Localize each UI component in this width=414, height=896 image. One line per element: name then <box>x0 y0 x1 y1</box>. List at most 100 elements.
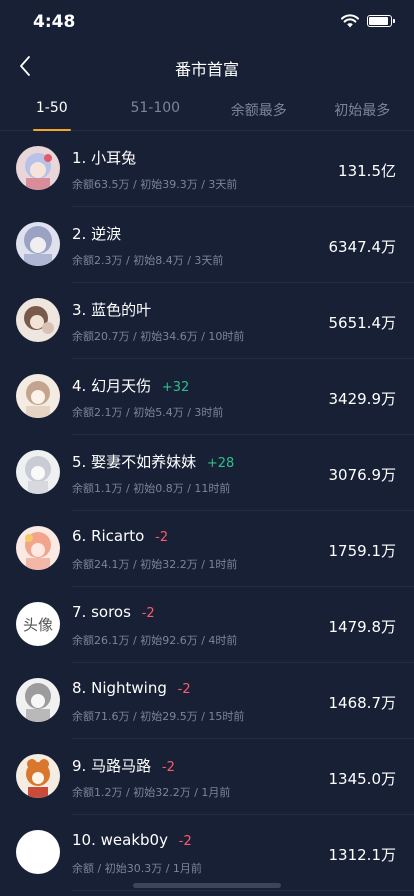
tab-1-50[interactable]: 1-50 <box>0 92 104 131</box>
balance: 余额 <box>72 862 94 875</box>
avatar[interactable] <box>16 146 60 190</box>
avatar[interactable] <box>16 678 60 722</box>
avatar[interactable]: 头像 <box>16 602 60 646</box>
list-item[interactable]: 8. Nightwing -2 余额71.6万 / 初始29.5万 / 15时前… <box>0 663 414 739</box>
list-item[interactable]: 4. 幻月天伤 +32 余额2.1万 / 初始5.4万 / 3时前 3429.9… <box>0 359 414 435</box>
rank-change: -2 <box>178 834 192 849</box>
status-icons <box>341 14 395 28</box>
tab-51-100[interactable]: 51-100 <box>104 92 208 130</box>
battery-icon <box>367 15 395 27</box>
user-stats: 余额1.1万 / 初始0.8万 / 11时前 <box>72 482 231 495</box>
rank: 3. <box>72 301 87 319</box>
balance: 余额20.7万 <box>72 330 130 343</box>
time-ago: 1时前 <box>208 558 238 571</box>
total-amount: 6347.4万 <box>328 238 397 256</box>
user-stats: 余额71.6万 / 初始29.5万 / 15时前 <box>72 710 245 723</box>
user-name-line: 5. 娶妻不如养妹妹 +28 <box>72 451 234 472</box>
tab-most-balance[interactable]: 余额最多 <box>207 92 311 130</box>
avatar[interactable] <box>16 526 60 570</box>
rank: 10. <box>72 831 96 849</box>
user-stats: 余额26.1万 / 初始92.6万 / 4时前 <box>72 634 238 647</box>
rank-change: +28 <box>206 456 235 471</box>
initial: 初始92.6万 <box>140 634 198 647</box>
balance: 余额2.3万 <box>72 254 123 267</box>
initial: 初始32.2万 <box>140 558 198 571</box>
rank: 9. <box>72 757 87 775</box>
user-stats: 余额24.1万 / 初始32.2万 / 1时前 <box>72 558 238 571</box>
status-time: 4:48 <box>33 12 76 32</box>
page-title: 番市首富 <box>174 60 239 79</box>
total-amount: 1468.7万 <box>328 694 397 712</box>
balance: 余额2.1万 <box>72 406 123 419</box>
tab-label: 余额最多 <box>230 103 287 119</box>
total-amount: 131.5亿 <box>338 162 396 180</box>
user-name: weakb0y <box>100 831 168 849</box>
initial: 初始39.3万 <box>140 178 198 191</box>
time-ago: 4时前 <box>208 634 238 647</box>
time-ago: 1月前 <box>172 862 202 875</box>
status-bar: 4:48 <box>0 0 414 48</box>
user-name-line: 2. 逆淚 <box>72 223 121 244</box>
total-amount: 1759.1万 <box>328 542 397 560</box>
balance: 余额24.1万 <box>72 558 130 571</box>
rank: 2. <box>72 225 87 243</box>
user-name: 娶妻不如养妹妹 <box>91 453 197 471</box>
time-ago: 3时前 <box>194 406 224 419</box>
list-item[interactable]: 头像 7. soros -2 余额26.1万 / 初始92.6万 / 4时前 1… <box>0 587 414 663</box>
total-amount: 3429.9万 <box>328 390 397 408</box>
time-ago: 10时前 <box>208 330 245 343</box>
balance: 余额1.1万 <box>72 482 123 495</box>
initial: 初始30.3万 <box>104 862 163 875</box>
user-name: 逆淚 <box>91 225 122 243</box>
rank-change: -2 <box>177 682 191 697</box>
user-stats: 余额20.7万 / 初始34.6万 / 10时前 <box>72 330 245 343</box>
initial: 初始29.5万 <box>140 710 198 723</box>
nav-bar: 番市首富 <box>0 48 414 86</box>
list-item[interactable]: 5. 娶妻不如养妹妹 +28 余额1.1万 / 初始0.8万 / 11时前 30… <box>0 435 414 511</box>
time-ago: 3天前 <box>194 254 224 267</box>
avatar[interactable] <box>16 754 60 798</box>
rank: 6. <box>72 527 87 545</box>
user-stats: 余额2.3万 / 初始8.4万 / 3天前 <box>72 254 224 267</box>
tab-label: 初始最多 <box>334 103 391 119</box>
avatar-handwriting: 头像 <box>23 616 53 634</box>
list-item[interactable]: 3. 蓝色的叶 余额20.7万 / 初始34.6万 / 10时前 5651.4万 <box>0 283 414 359</box>
user-name: 马路马路 <box>91 757 152 775</box>
initial: 初始32.2万 <box>133 786 191 799</box>
user-name-line: 4. 幻月天伤 +32 <box>72 375 189 396</box>
list-item[interactable]: 1. 小耳兔 余额63.5万 / 初始39.3万 / 3天前 131.5亿 <box>0 131 414 207</box>
time-ago: 3天前 <box>208 178 238 191</box>
balance: 余额1.2万 <box>72 786 123 799</box>
avatar[interactable] <box>16 374 60 418</box>
user-name: soros <box>91 603 131 621</box>
list-item[interactable]: 2. 逆淚 余额2.3万 / 初始8.4万 / 3天前 6347.4万 <box>0 207 414 283</box>
user-stats: 余额1.2万 / 初始32.2万 / 1月前 <box>72 786 231 799</box>
avatar[interactable] <box>16 222 60 266</box>
avatar[interactable] <box>16 830 60 874</box>
rank-change: +32 <box>161 380 190 395</box>
user-stats: 余额2.1万 / 初始5.4万 / 3时前 <box>72 406 224 419</box>
time-ago: 11时前 <box>194 482 231 495</box>
balance: 余额63.5万 <box>72 178 130 191</box>
list-item[interactable]: 9. 马路马路 -2 余额1.2万 / 初始32.2万 / 1月前 1345.0… <box>0 739 414 815</box>
wifi-icon <box>341 14 359 28</box>
user-name: 幻月天伤 <box>91 377 152 395</box>
rank: 4. <box>72 377 87 395</box>
avatar[interactable] <box>16 450 60 494</box>
initial: 初始8.4万 <box>133 254 184 267</box>
initial: 初始34.6万 <box>140 330 198 343</box>
list-item[interactable]: 6. Ricarto -2 余额24.1万 / 初始32.2万 / 1时前 17… <box>0 511 414 587</box>
user-name: 蓝色的叶 <box>91 301 152 319</box>
list-item[interactable]: 10. weakb0y -2 余额 / 初始30.3万 / 1月前 1312.1… <box>0 815 414 891</box>
balance: 余额71.6万 <box>72 710 130 723</box>
total-amount: 1312.1万 <box>328 846 397 864</box>
rank-change: -2 <box>141 606 155 621</box>
home-indicator[interactable] <box>133 883 281 888</box>
tab-most-initial[interactable]: 初始最多 <box>311 92 414 130</box>
user-stats: 余额63.5万 / 初始39.3万 / 3天前 <box>72 178 238 191</box>
user-stats: 余额 / 初始30.3万 / 1月前 <box>72 862 202 875</box>
total-amount: 3076.9万 <box>328 466 397 484</box>
avatar[interactable] <box>16 298 60 342</box>
user-name-line: 8. Nightwing -2 <box>72 679 191 697</box>
initial: 初始5.4万 <box>133 406 184 419</box>
